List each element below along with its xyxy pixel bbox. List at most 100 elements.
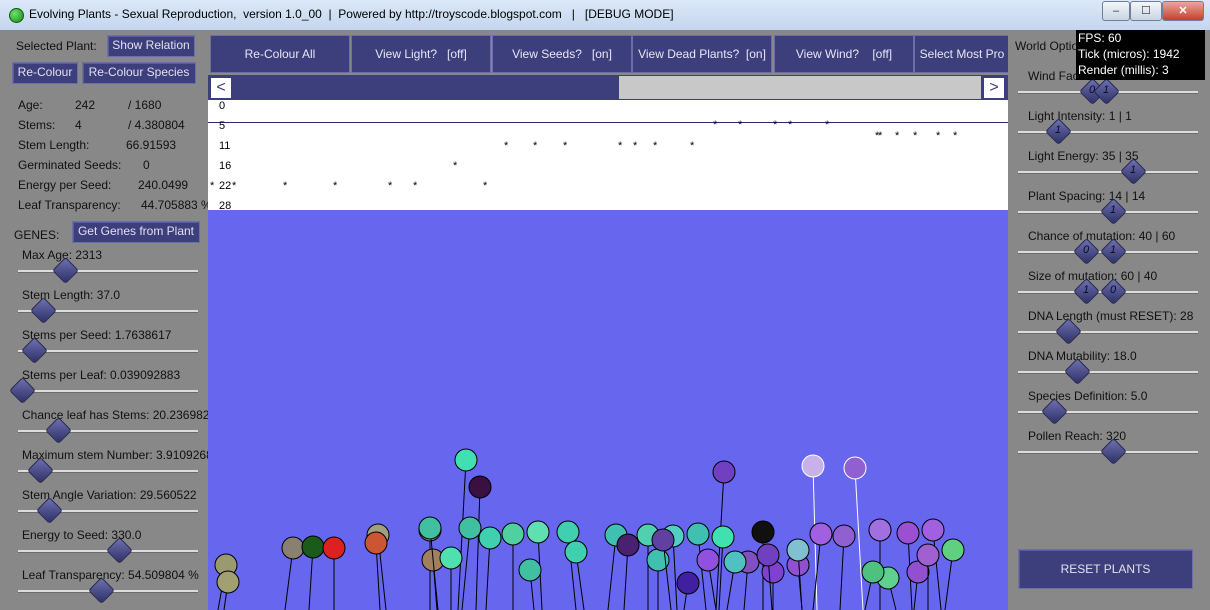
selected-plant-label: Selected Plant:: [16, 39, 97, 53]
stat-label: Stems:: [18, 118, 56, 132]
stat-max: / 1680: [128, 98, 162, 112]
scroll-left-button[interactable]: <: [210, 77, 232, 99]
plant-leaf[interactable]: [696, 548, 720, 572]
plant-leaf[interactable]: [216, 570, 240, 594]
minimize-button[interactable]: ‒: [1102, 1, 1130, 21]
stat-label: Leaf Transparency:: [18, 198, 121, 212]
relation-row-number: 5: [219, 120, 226, 132]
plant-leaf[interactable]: [616, 533, 640, 557]
plant-leaf[interactable]: [809, 522, 833, 546]
gene-label: Maximum stem Number: 3.9109268: [22, 448, 213, 462]
reset-plants-button[interactable]: RESET PLANTS: [1018, 549, 1193, 589]
world-option-track[interactable]: [1018, 371, 1198, 374]
plant-leaf[interactable]: [751, 520, 775, 544]
plant-leaf[interactable]: [832, 524, 856, 548]
toolbar-button[interactable]: View Light? [off]: [351, 35, 491, 73]
plant-leaf[interactable]: [418, 516, 442, 540]
plant-leaf[interactable]: [843, 456, 867, 480]
scroll-thumb[interactable]: [619, 76, 981, 99]
close-button[interactable]: ✕: [1162, 1, 1204, 21]
toolbar-button[interactable]: Re-Colour All: [210, 35, 350, 73]
recolour-button[interactable]: Re-Colour: [12, 62, 78, 84]
stat-value: 44.705883 %: [141, 198, 212, 212]
debug-overlay: FPS: 60 Tick (micros): 1942 Render (mill…: [1076, 30, 1205, 80]
relation-marker: *: [413, 180, 418, 192]
relation-marker: *: [913, 130, 918, 142]
app-icon: [9, 8, 24, 23]
plant-leaf[interactable]: [454, 448, 478, 472]
relation-view: 0 5 11 16 22 28 * * * * * * * * * * * * * * * * * * * * * * * * * *: [208, 100, 1008, 210]
plant-leaf[interactable]: [651, 528, 675, 552]
relation-marker: *: [453, 160, 458, 172]
plant-leaf[interactable]: [861, 560, 885, 584]
plant-leaf[interactable]: [868, 518, 892, 542]
relation-marker: *: [618, 140, 623, 152]
relation-marker: *: [788, 119, 793, 131]
plant-leaf[interactable]: [439, 546, 463, 570]
world-option-label: Plant Spacing: 14 | 14: [1028, 189, 1146, 203]
relation-row-number: 16: [219, 160, 232, 172]
plant-leaf[interactable]: [301, 535, 325, 559]
relation-row-number: 11: [219, 140, 231, 152]
plant-leaf[interactable]: [723, 550, 747, 574]
gene-slider-track[interactable]: [18, 390, 198, 393]
plant-leaf[interactable]: [941, 538, 965, 562]
world-option-label: Wind Fac: [1028, 69, 1079, 83]
world-option-label: Light Energy: 35 | 35: [1028, 149, 1139, 163]
plant-leaf[interactable]: [711, 525, 735, 549]
world-option-track[interactable]: [1018, 171, 1198, 174]
plant-leaf[interactable]: [921, 518, 945, 542]
relation-marker: *: [483, 180, 488, 192]
plant-leaf[interactable]: [281, 536, 305, 560]
stat-max: / 4.380804: [128, 118, 185, 132]
relation-marker: *: [388, 180, 393, 192]
world-option-track[interactable]: [1018, 331, 1198, 334]
plant-leaf[interactable]: [896, 521, 920, 545]
plant-canvas[interactable]: [208, 210, 1008, 610]
plant-leaf[interactable]: [364, 531, 388, 555]
scroll-right-button[interactable]: >: [983, 77, 1005, 99]
toolbar-button[interactable]: View Seeds? [on]: [492, 35, 632, 73]
plant-leaf[interactable]: [458, 516, 482, 540]
plant-leaf[interactable]: [478, 526, 502, 550]
show-relation-button[interactable]: Show Relation: [107, 35, 195, 57]
stat-value: 0: [143, 158, 150, 172]
relation-marker: *: [283, 180, 288, 192]
plant-leaf[interactable]: [526, 520, 550, 544]
gene-label: Stems per Leaf: 0.039092883: [22, 368, 181, 382]
plant-leaf[interactable]: [786, 538, 810, 562]
world-option-label: DNA Mutability: 18.0: [1028, 349, 1137, 363]
stat-label: Age:: [18, 98, 43, 112]
maximize-button[interactable]: ☐: [1130, 1, 1162, 21]
toolbar-button[interactable]: View Wind? [off]: [774, 35, 914, 73]
toolbar-button[interactable]: View Dead Plants? [on]: [632, 35, 772, 73]
get-genes-button[interactable]: Get Genes from Plant: [72, 221, 200, 243]
gene-label: Leaf Transparency: 54.509804 %: [22, 568, 199, 582]
gene-slider-track[interactable]: [18, 270, 198, 273]
stat-label: Energy per Seed:: [18, 178, 112, 192]
plant-leaf[interactable]: [676, 571, 700, 595]
plant-leaf[interactable]: [801, 454, 825, 478]
plant-leaf[interactable]: [556, 520, 580, 544]
relation-scrollbar[interactable]: < >: [208, 75, 1008, 100]
plant-leaf[interactable]: [518, 558, 542, 582]
relation-row-number: 0: [219, 100, 226, 112]
world-view[interactable]: [208, 210, 1008, 610]
plant-leaf[interactable]: [756, 543, 780, 567]
relation-marker: *: [953, 130, 958, 142]
plant-leaf[interactable]: [564, 540, 588, 564]
relation-marker: *: [773, 119, 778, 131]
plant-leaf[interactable]: [322, 536, 346, 560]
toolbar-button[interactable]: Select Most Pro: [914, 35, 1010, 73]
plant-stem: [854, 467, 864, 610]
relation-marker: *: [563, 140, 568, 152]
recolour-species-button[interactable]: Re-Colour Species: [82, 62, 196, 84]
world-option-label: Light Intensity: 1 | 1: [1028, 109, 1132, 123]
plant-leaf[interactable]: [468, 475, 492, 499]
plant-leaf[interactable]: [916, 543, 940, 567]
relation-marker: *: [825, 119, 830, 131]
plant-stem: [475, 486, 481, 610]
plant-leaf[interactable]: [501, 522, 525, 546]
plant-leaf[interactable]: [712, 460, 736, 484]
plant-leaf[interactable]: [686, 522, 710, 546]
